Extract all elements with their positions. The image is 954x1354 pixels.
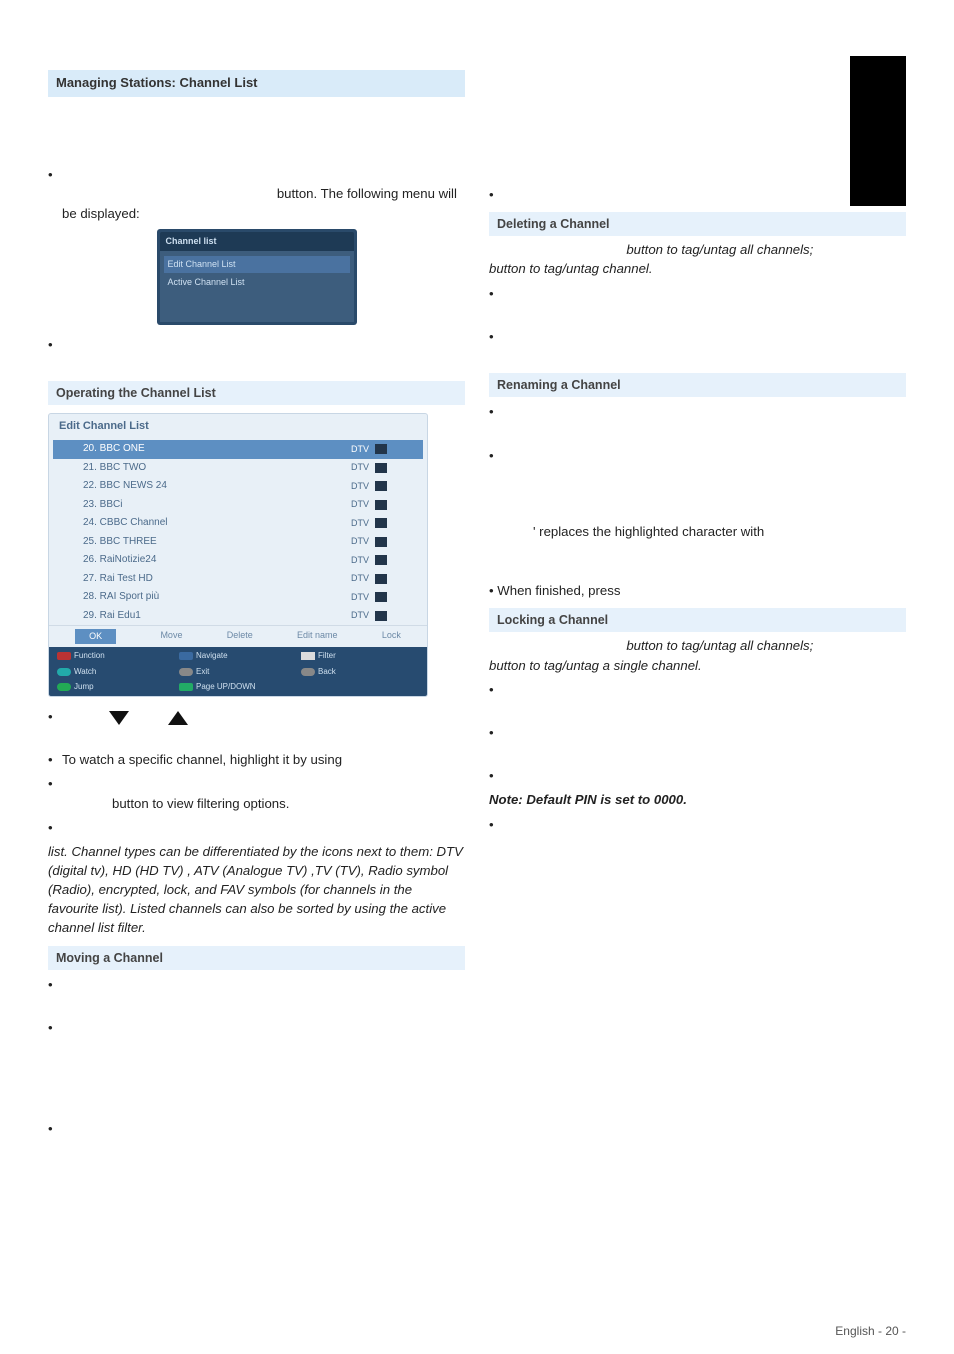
lock-tag-one: button to tag/untag a single channel. xyxy=(489,658,702,673)
tv-icon xyxy=(375,611,387,621)
bullets-channel-list: Press MENU button to view main menu. Sel… xyxy=(48,165,465,222)
bullet-blue-filter: Press BLUE button to view filtering opti… xyxy=(48,818,465,837)
del-b1: Select the channel that you want to dele… xyxy=(489,284,906,322)
list-row-7: 27. Rai Test HDDTV xyxy=(53,570,423,589)
bullet-select-edit: Select Edit Channel List to manage all s… xyxy=(48,335,465,373)
bullets-operating: Press or button to select the channel th… xyxy=(48,707,465,837)
tv-icon xyxy=(375,574,387,584)
bullets-delete-pre xyxy=(489,185,906,204)
del-tag-all: button to tag/untag all channels; xyxy=(626,242,817,257)
up-triangle-icon xyxy=(168,711,188,725)
lock-b1: Select the channel that you want to lock… xyxy=(489,680,906,718)
sub-bar-locking: Locking a Channel xyxy=(489,608,906,632)
lock-para-tag: You can press GREEN button to tag/untag … xyxy=(489,636,906,674)
lock-b2: You will be asked to enter parental cont… xyxy=(489,723,906,761)
list-row-6: 26. RaiNotizie24DTV xyxy=(53,551,423,570)
note-default-pin: Note: Default PIN is set to 0000. xyxy=(489,790,906,809)
action-ok: OK xyxy=(75,629,116,644)
list-row-8: 28. RAI Sport piùDTV xyxy=(53,588,423,607)
lock-b4: Press OK button when the desired channel… xyxy=(489,815,906,872)
bullets-locking-2: Press OK button when the desired channel… xyxy=(489,815,906,872)
action-delete: Delete xyxy=(227,629,253,644)
action-move: Move xyxy=(160,629,182,644)
action-editname: Edit name xyxy=(297,629,338,644)
list-row-9: 29. Rai Edu1DTV xyxy=(53,607,423,626)
del-tag-one: button to tag/untag channel. xyxy=(489,261,653,276)
list-row-1: 21. BBC TWODTV xyxy=(53,459,423,478)
tv-icon xyxy=(375,500,387,510)
bullet-filtering-visible: button to view filtering options. xyxy=(112,794,465,813)
black-side-tab xyxy=(850,56,906,206)
left-column: Managing Stations: Channel List The TV s… xyxy=(48,60,465,1143)
lock-tag-all: button to tag/untag all channels; xyxy=(626,638,817,653)
bullets-moving: First select the desired channel. Select… xyxy=(48,975,465,1138)
list-row-0: 20. BBC ONEDTV xyxy=(53,440,423,459)
tv-icon xyxy=(375,463,387,473)
tv-icon xyxy=(375,481,387,491)
sub-bar-deleting: Deleting a Channel xyxy=(489,212,906,236)
delete-pre-bullet xyxy=(489,185,906,204)
page-content: Managing Stations: Channel List The TV s… xyxy=(0,0,954,1183)
move-b1: First select the desired channel. Select… xyxy=(48,975,465,1013)
list-actions: OK Move Delete Edit name Lock xyxy=(49,625,427,647)
note-channel-types: list. Channel types can be differentiate… xyxy=(48,842,465,938)
edit-channel-list-screenshot: Edit Channel List 20. BBC ONEDTV 21. BBC… xyxy=(48,413,428,697)
bullet-press-menu: Press MENU button to view main menu. Sel… xyxy=(48,165,465,222)
del-para-tag: You can press GREEN button to tag/untag … xyxy=(489,240,906,278)
bullet-page-updown: Use P+/P- buttons to move page up or dow… xyxy=(48,774,465,812)
menu-header: Channel list xyxy=(160,232,354,251)
section-managing-stations: Managing Stations: Channel List xyxy=(48,70,465,97)
lock-b3 xyxy=(489,766,906,785)
bullets-renaming: Select the channel that you want to rena… xyxy=(489,402,906,541)
page-number: English - 20 - xyxy=(835,1324,906,1338)
bullets-deleting: Select the channel that you want to dele… xyxy=(489,284,906,366)
tv-icon xyxy=(375,537,387,547)
bullets-edit-channel: Select Edit Channel List to manage all s… xyxy=(48,335,465,373)
list-legend: Function Navigate Filter Watch Exit Back… xyxy=(49,647,427,696)
list-title: Edit Channel List xyxy=(49,414,427,440)
ren-b2: Pressing Left or Right button moves to t… xyxy=(489,446,906,542)
list-rows: 20. BBC ONEDTV 21. BBC TWODTV 22. BBC NE… xyxy=(49,440,427,625)
tv-icon xyxy=(375,444,387,454)
tv-icon xyxy=(375,555,387,565)
list-row-5: 25. BBC THREEDTV xyxy=(53,533,423,552)
right-column: Deleting a Channel You can press GREEN b… xyxy=(489,60,906,1143)
tv-icon xyxy=(375,592,387,602)
down-triangle-icon xyxy=(109,711,129,725)
intro-paragraph: The TV sorts all stored stations in the … xyxy=(48,103,465,160)
menu-item-edit: Edit Channel List xyxy=(164,256,350,273)
move-b2: Enter Number screen will be displayed. E… xyxy=(48,1018,465,1114)
ren-finish: • When finished, press xyxy=(489,581,906,600)
bullets-locking: Select the channel that you want to lock… xyxy=(489,680,906,786)
sub-bar-moving: Moving a Channel xyxy=(48,946,465,970)
channel-list-menu-screenshot: Channel list Edit Channel List Active Ch… xyxy=(157,229,357,325)
list-row-4: 24. CBBC ChannelDTV xyxy=(53,514,423,533)
bullet-nav-triangles: Press or button to select the channel th… xyxy=(48,707,465,745)
menu-item-active: Active Channel List xyxy=(164,274,350,291)
bullet-watch-specific: To watch a specific channel, highlight i… xyxy=(48,750,465,769)
sub-bar-operating: Operating the Channel List xyxy=(48,381,465,405)
ren-b1: Select the channel that you want to rena… xyxy=(489,402,906,440)
action-lock: Lock xyxy=(382,629,401,644)
sub-bar-renaming: Renaming a Channel xyxy=(489,373,906,397)
del-b2: A warning screen will appear. Select YES… xyxy=(489,327,906,365)
ren-replace-visible: ' replaces the highlighted character wit… xyxy=(533,522,906,541)
tv-icon xyxy=(375,518,387,528)
list-row-3: 23. BBCiDTV xyxy=(53,496,423,515)
move-b3: Press OK button to process. Selected cha… xyxy=(48,1119,465,1138)
list-row-2: 22. BBC NEWS 24DTV xyxy=(53,477,423,496)
